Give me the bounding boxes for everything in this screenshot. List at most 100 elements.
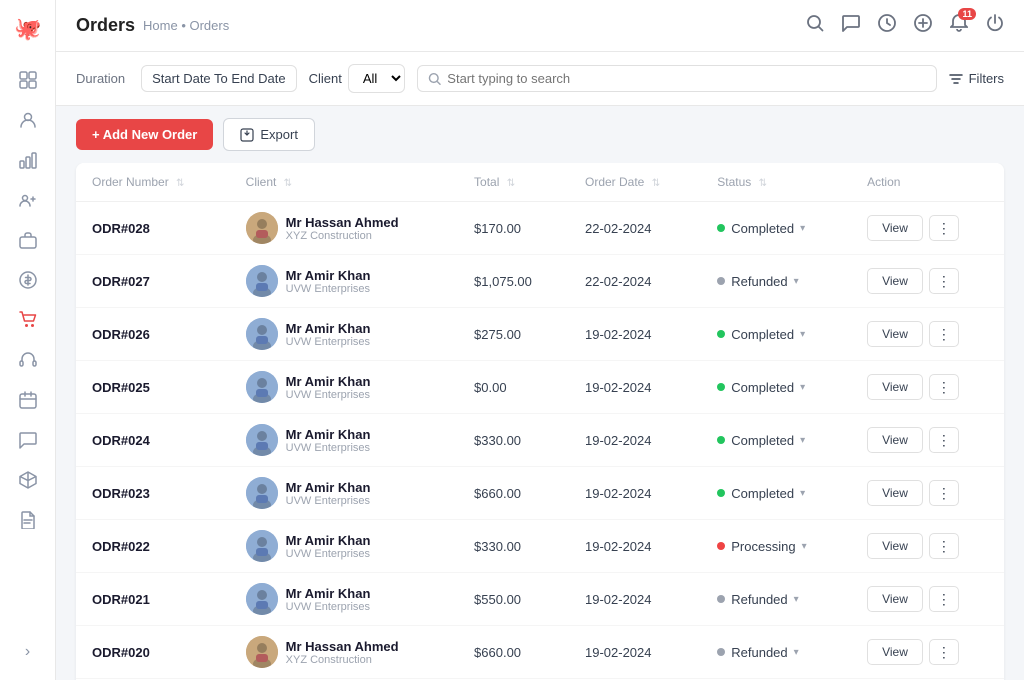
action-cell: View ⋮ bbox=[851, 626, 1004, 679]
client-info: Mr Amir Khan UVW Enterprises bbox=[286, 268, 371, 295]
clock-icon[interactable] bbox=[878, 14, 896, 37]
more-options-button[interactable]: ⋮ bbox=[929, 268, 959, 294]
client-company: UVW Enterprises bbox=[286, 495, 371, 507]
export-button[interactable]: Export bbox=[223, 118, 315, 151]
date-cell: 22-02-2024 bbox=[569, 255, 701, 308]
more-options-button[interactable]: ⋮ bbox=[929, 215, 959, 241]
status-dot bbox=[717, 383, 725, 391]
status-dot bbox=[717, 648, 725, 656]
view-button[interactable]: View bbox=[867, 374, 923, 400]
table-row: ODR#028 Mr Hassan Ahmed XYZ Construction bbox=[76, 202, 1004, 255]
add-icon[interactable] bbox=[914, 14, 932, 37]
sort-icon: ⇅ bbox=[652, 178, 660, 189]
date-cell: 19-02-2024 bbox=[569, 361, 701, 414]
status-header: Status ⇅ bbox=[701, 163, 851, 202]
sidebar-icon-document[interactable] bbox=[10, 502, 46, 538]
power-icon[interactable] bbox=[986, 14, 1004, 37]
add-order-button[interactable]: + Add New Order bbox=[76, 119, 213, 150]
app-logo[interactable]: 🐙 bbox=[10, 10, 46, 46]
sidebar-icon-dollar[interactable] bbox=[10, 262, 46, 298]
status-text: Completed bbox=[731, 221, 794, 236]
filter-icon bbox=[949, 72, 963, 86]
status-dropdown-icon[interactable]: ▾ bbox=[794, 276, 799, 287]
avatar bbox=[246, 371, 278, 403]
sidebar-icon-headset[interactable] bbox=[10, 342, 46, 378]
status-dropdown-icon[interactable]: ▾ bbox=[800, 435, 805, 446]
client-cell: Mr Amir Khan UVW Enterprises bbox=[230, 255, 458, 308]
status-cell: Processing ▾ bbox=[701, 520, 851, 573]
client-name: Mr Hassan Ahmed bbox=[286, 639, 399, 654]
more-options-button[interactable]: ⋮ bbox=[929, 639, 959, 665]
more-options-button[interactable]: ⋮ bbox=[929, 427, 959, 453]
client-company: UVW Enterprises bbox=[286, 389, 371, 401]
sidebar-icon-charts[interactable] bbox=[10, 142, 46, 178]
sidebar-icon-cart[interactable] bbox=[10, 302, 46, 338]
sidebar-icon-calendar[interactable] bbox=[10, 382, 46, 418]
avatar bbox=[246, 424, 278, 456]
view-button[interactable]: View bbox=[867, 427, 923, 453]
client-name: Mr Amir Khan bbox=[286, 321, 371, 336]
status-dropdown-icon[interactable]: ▾ bbox=[794, 647, 799, 658]
avatar bbox=[246, 583, 278, 615]
status-cell: Completed ▾ bbox=[701, 361, 851, 414]
table-row: ODR#024 Mr Amir Khan UVW Enterprises bbox=[76, 414, 1004, 467]
sidebar-icon-dashboard[interactable] bbox=[10, 62, 46, 98]
client-cell: Mr Amir Khan UVW Enterprises bbox=[230, 573, 458, 626]
view-button[interactable]: View bbox=[867, 586, 923, 612]
more-options-button[interactable]: ⋮ bbox=[929, 321, 959, 347]
chat-icon[interactable] bbox=[842, 14, 860, 37]
more-options-button[interactable]: ⋮ bbox=[929, 586, 959, 612]
search-icon[interactable] bbox=[806, 14, 824, 37]
status-dropdown-icon[interactable]: ▾ bbox=[800, 488, 805, 499]
sidebar-icon-contacts[interactable] bbox=[10, 182, 46, 218]
client-info: Mr Amir Khan UVW Enterprises bbox=[286, 533, 371, 560]
avatar bbox=[246, 636, 278, 668]
sidebar-expand-button[interactable]: › bbox=[10, 634, 46, 670]
order-number-cell: ODR#022 bbox=[76, 520, 230, 573]
filters-button[interactable]: Filters bbox=[949, 71, 1004, 86]
sidebar-icon-briefcase[interactable] bbox=[10, 222, 46, 258]
date-range-picker[interactable]: Start Date To End Date bbox=[141, 65, 296, 92]
status-dropdown-icon[interactable]: ▾ bbox=[800, 223, 805, 234]
client-select[interactable]: All bbox=[348, 64, 405, 93]
view-button[interactable]: View bbox=[867, 533, 923, 559]
export-label: Export bbox=[260, 127, 298, 142]
view-button[interactable]: View bbox=[867, 639, 923, 665]
status-dropdown-icon[interactable]: ▾ bbox=[800, 382, 805, 393]
view-button[interactable]: View bbox=[867, 480, 923, 506]
status-dropdown-icon[interactable]: ▾ bbox=[802, 541, 807, 552]
sidebar-icon-package[interactable] bbox=[10, 462, 46, 498]
view-button[interactable]: View bbox=[867, 215, 923, 241]
more-options-button[interactable]: ⋮ bbox=[929, 374, 959, 400]
date-cell: 19-02-2024 bbox=[569, 308, 701, 361]
top-header: Orders Home • Orders bbox=[56, 0, 1024, 52]
client-company: UVW Enterprises bbox=[286, 442, 371, 454]
notification-icon[interactable]: 11 bbox=[950, 14, 968, 37]
order-number: ODR#023 bbox=[92, 486, 150, 501]
client-name: Mr Amir Khan bbox=[286, 427, 371, 442]
action-cell: View ⋮ bbox=[851, 467, 1004, 520]
view-button[interactable]: View bbox=[867, 321, 923, 347]
order-number-cell: ODR#023 bbox=[76, 467, 230, 520]
view-button[interactable]: View bbox=[867, 268, 923, 294]
breadcrumb: Home • Orders bbox=[143, 18, 229, 33]
more-options-button[interactable]: ⋮ bbox=[929, 533, 959, 559]
orders-table-container: Order Number ⇅ Client ⇅ Total ⇅ Order Da… bbox=[56, 163, 1024, 680]
date-cell: 19-02-2024 bbox=[569, 573, 701, 626]
sort-icon: ⇅ bbox=[507, 178, 515, 189]
search-input[interactable] bbox=[447, 71, 925, 86]
client-name: Mr Amir Khan bbox=[286, 586, 371, 601]
status-text: Processing bbox=[731, 539, 795, 554]
client-company: UVW Enterprises bbox=[286, 548, 371, 560]
more-options-button[interactable]: ⋮ bbox=[929, 480, 959, 506]
client-info: Mr Amir Khan UVW Enterprises bbox=[286, 480, 371, 507]
table-row: ODR#021 Mr Amir Khan UVW Enterprises bbox=[76, 573, 1004, 626]
status-dropdown-icon[interactable]: ▾ bbox=[800, 329, 805, 340]
status-dot bbox=[717, 277, 725, 285]
filters-label: Filters bbox=[969, 71, 1004, 86]
total-cell: $330.00 bbox=[458, 414, 569, 467]
sidebar-icon-users[interactable] bbox=[10, 102, 46, 138]
status-dropdown-icon[interactable]: ▾ bbox=[794, 594, 799, 605]
sidebar-icon-chat[interactable] bbox=[10, 422, 46, 458]
page-title: Orders bbox=[76, 15, 135, 36]
